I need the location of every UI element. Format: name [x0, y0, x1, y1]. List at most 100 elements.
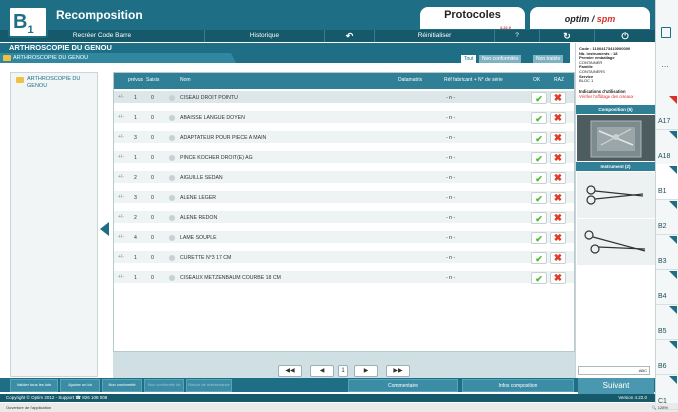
ajouter-un-lot-button[interactable]: Ajouter un lot — [60, 379, 100, 392]
historique-button[interactable]: Historique — [205, 30, 325, 42]
filter-tout[interactable]: Tout — [461, 55, 477, 63]
side-tab-b5[interactable]: B5 — [656, 304, 678, 340]
help-button[interactable]: ? — [495, 30, 540, 42]
more-dots-icon[interactable]: … — [661, 60, 669, 69]
cell-ref[interactable]: - n - — [446, 215, 455, 221]
ok-check-icon[interactable]: ✔ — [531, 152, 547, 164]
table-row[interactable]: +/- 1 0 CURETTE N°3 17 CM - n - ✔ ✖ — [114, 251, 574, 265]
pager-last-button[interactable]: ▶▶ — [386, 365, 410, 377]
expand-toggle[interactable]: +/- — [118, 154, 124, 160]
raz-cross-icon[interactable]: ✖ — [550, 252, 566, 264]
cell-ref[interactable]: - n - — [446, 255, 455, 261]
raz-cross-icon[interactable]: ✖ — [550, 152, 566, 164]
suivant-button[interactable]: Suivant — [578, 378, 654, 394]
ok-check-icon[interactable]: ✔ — [531, 252, 547, 264]
expand-toggle[interactable]: +/- — [118, 134, 124, 140]
ok-check-icon[interactable]: ✔ — [531, 132, 547, 144]
pager-first-button[interactable]: ◀◀ — [278, 365, 302, 377]
expand-toggle[interactable]: +/- — [118, 114, 124, 120]
tree-panel: ARTHROSCOPIE DU GENOU — [10, 72, 98, 377]
side-tab-a18[interactable]: A18 — [656, 129, 678, 165]
side-tab-b4[interactable]: B4 — [656, 269, 678, 305]
side-tab-b1[interactable]: B1 — [656, 164, 678, 200]
cell-ref[interactable]: - n - — [446, 195, 455, 201]
side-tab-b2[interactable]: B2 — [656, 199, 678, 235]
cell-ref[interactable]: - n - — [446, 135, 455, 141]
expand-toggle[interactable]: +/- — [118, 194, 124, 200]
raz-cross-icon[interactable]: ✖ — [550, 272, 566, 284]
table-row[interactable]: +/- 1 0 CISEAU DROIT POINTU - n - ✔ ✖ — [114, 91, 574, 105]
document-icon[interactable] — [661, 27, 671, 38]
table-row[interactable]: +/- 1 0 ABAISSE LANGUE DOYEN - n - ✔ ✖ — [114, 111, 574, 125]
ok-check-icon[interactable]: ✔ — [531, 92, 547, 104]
cell-ref[interactable]: - n - — [446, 155, 455, 161]
side-tab-label: B3 — [658, 258, 667, 265]
raz-cross-icon[interactable]: ✖ — [550, 112, 566, 124]
expand-toggle[interactable]: +/- — [118, 94, 124, 100]
ok-check-icon[interactable]: ✔ — [531, 172, 547, 184]
ok-check-icon[interactable]: ✔ — [531, 272, 547, 284]
expand-toggle[interactable]: +/- — [118, 274, 124, 280]
cell-ref[interactable]: - n - — [446, 95, 455, 101]
side-tab-c1[interactable]: C1 — [656, 374, 678, 410]
filter-non-conformites[interactable]: Non conformités — [479, 55, 522, 63]
pager-next-button[interactable]: ▶ — [354, 365, 378, 377]
instrument-header: Instrument (2) — [576, 162, 655, 172]
non-conformite-lot-button[interactable]: Non conformité lot — [144, 379, 184, 392]
raz-cross-icon[interactable]: ✖ — [550, 232, 566, 244]
ok-check-icon[interactable]: ✔ — [531, 192, 547, 204]
collapse-panel-arrow-icon[interactable] — [100, 222, 109, 236]
side-tab-a17[interactable]: A17 — [656, 94, 678, 130]
reinitialiser-button[interactable]: Réinitialiser — [375, 30, 495, 42]
raz-cross-icon[interactable]: ✖ — [550, 172, 566, 184]
copyright-bar: Copyright © Optim 2012 - Support ☎ 826 1… — [0, 394, 655, 402]
instrument-photo-1[interactable] — [577, 172, 655, 219]
raz-cross-icon[interactable]: ✖ — [550, 212, 566, 224]
power-icon[interactable]: ⏻ — [595, 30, 655, 42]
ok-check-icon[interactable]: ✔ — [531, 232, 547, 244]
cell-saisis: 0 — [151, 175, 154, 181]
composition-photo[interactable] — [577, 115, 655, 162]
valider-tous-les-lots-button[interactable]: Valider tous les lots — [10, 379, 58, 392]
pager-prev-button[interactable]: ◀ — [310, 365, 334, 377]
side-tab-b3[interactable]: B3 — [656, 234, 678, 270]
status-dot-icon — [169, 195, 175, 201]
ok-check-icon[interactable]: ✔ — [531, 112, 547, 124]
expand-toggle[interactable]: +/- — [118, 234, 124, 240]
filter-non-traites[interactable]: Non traités — [533, 55, 564, 63]
instrument-photo-2[interactable] — [577, 219, 655, 266]
raz-cross-icon[interactable]: ✖ — [550, 92, 566, 104]
col-ref: Réf fabricant + N° de série — [444, 77, 503, 83]
tab-corner-icon — [669, 306, 677, 314]
refresh-icon[interactable]: ↻ — [540, 30, 595, 42]
ok-check-icon[interactable]: ✔ — [531, 212, 547, 224]
tree-item-arthroscopie[interactable]: ARTHROSCOPIE DU GENOU — [11, 73, 97, 90]
table-row[interactable]: +/- 2 0 ALENE REDON - n - ✔ ✖ — [114, 211, 574, 225]
table-row[interactable]: +/- 1 0 CISEAUX METZENBAUM COURBE 18 CM - n … — [114, 271, 574, 285]
commentaire-button[interactable]: Commentaire — [348, 379, 458, 392]
protocoles-tab[interactable]: Protocoles 4.22.0 — [420, 7, 525, 30]
expand-toggle[interactable]: +/- — [118, 174, 124, 180]
side-tab-b6[interactable]: B6 — [656, 339, 678, 375]
cell-ref[interactable]: - n - — [446, 115, 455, 121]
table-row[interactable]: +/- 2 0 AIGUILLE SEDAN - n - ✔ ✖ — [114, 171, 574, 185]
table-row[interactable]: +/- 3 0 ADAPTATEUR POUR PIECE A MAIN - n - ✔ ✖ — [114, 131, 574, 145]
retour-maintenance-button[interactable]: Retour de maintenance — [186, 379, 232, 392]
expand-toggle[interactable]: +/- — [118, 214, 124, 220]
folder-icon — [16, 77, 24, 83]
undo-icon[interactable]: ↶ — [325, 30, 375, 42]
raz-cross-icon[interactable]: ✖ — [550, 192, 566, 204]
table-row[interactable]: +/- 4 0 LAME SOUPLE - n - ✔ ✖ — [114, 231, 574, 245]
expand-toggle[interactable]: +/- — [118, 254, 124, 260]
non-conformite-button[interactable]: Non conformité — [102, 379, 142, 392]
cell-ref[interactable]: - n - — [446, 235, 455, 241]
table-row[interactable]: +/- 1 0 PINCE KOCHER DROIT(E) AG - n - ✔ ✖ — [114, 151, 574, 165]
raz-cross-icon[interactable]: ✖ — [550, 132, 566, 144]
pager-page-number[interactable]: 1 — [338, 365, 348, 377]
cell-ref[interactable]: - n - — [446, 275, 455, 281]
infos-composition-button[interactable]: Infos composition — [462, 379, 574, 392]
version-text: Version 4.22.0 — [618, 395, 647, 400]
search-input[interactable]: ABC — [578, 366, 650, 375]
cell-ref[interactable]: - n - — [446, 175, 455, 181]
table-row[interactable]: +/- 3 0 ALENE LEGER - n - ✔ ✖ — [114, 191, 574, 205]
